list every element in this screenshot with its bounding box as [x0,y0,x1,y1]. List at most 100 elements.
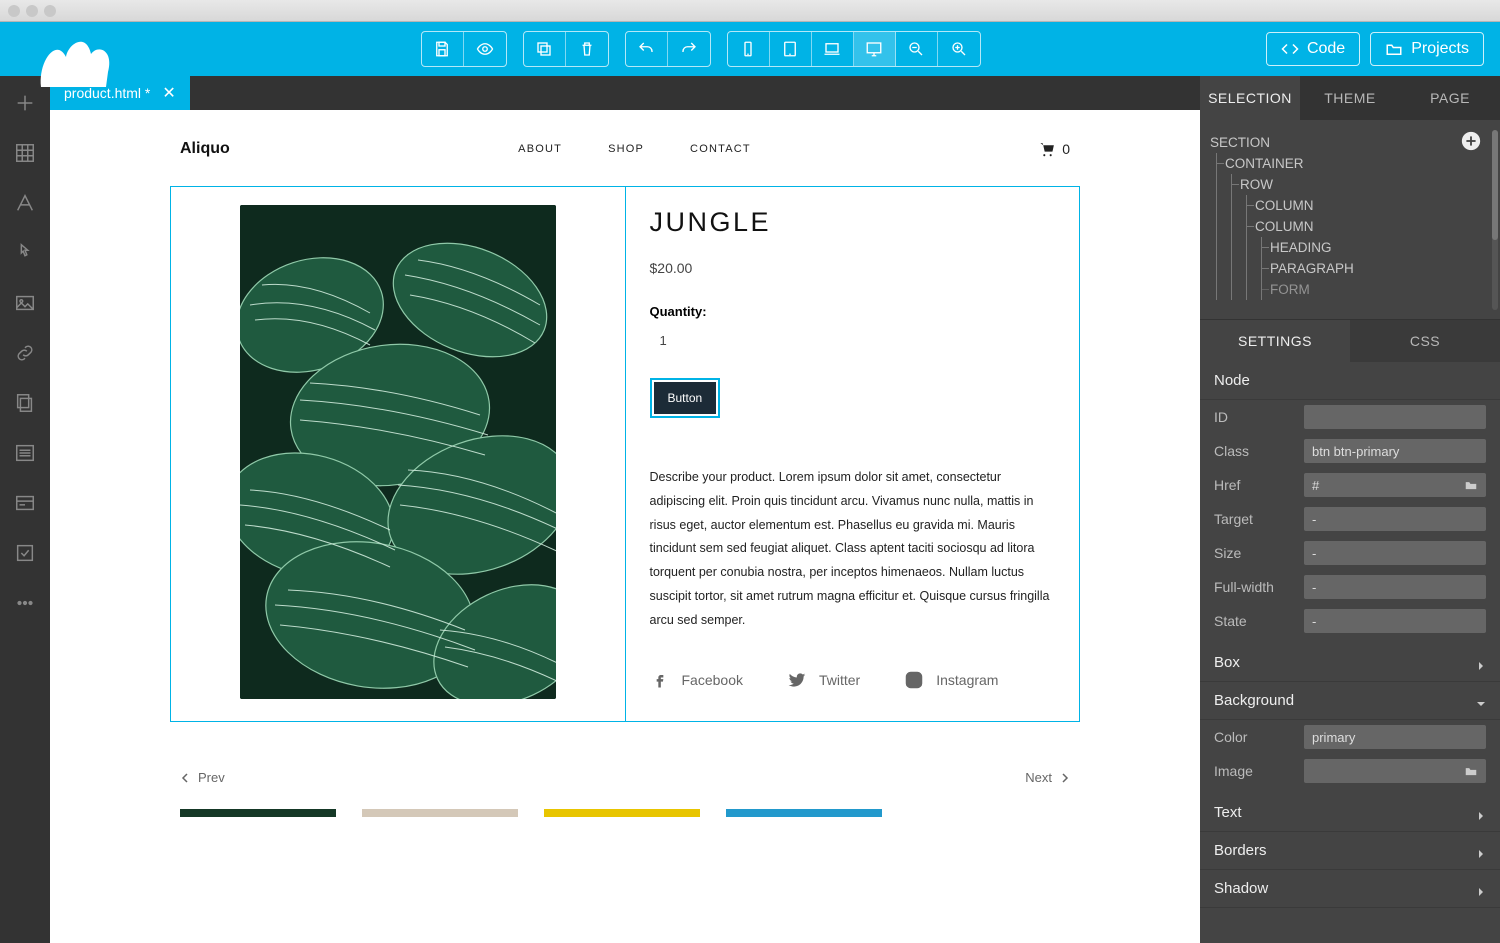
target-input[interactable]: - [1304,507,1486,531]
bg-image-input[interactable] [1304,759,1486,783]
chevron-down-icon [1476,696,1486,706]
subtab-settings[interactable]: SETTINGS [1200,320,1350,362]
tree-container[interactable]: CONTAINER [1225,153,1490,174]
code-button[interactable]: Code [1266,32,1360,66]
projects-label: Projects [1411,40,1469,58]
bg-color-input[interactable]: primary [1304,725,1486,749]
size-input[interactable]: - [1304,541,1486,565]
traffic-light-min[interactable] [26,5,38,17]
image-icon[interactable] [10,288,40,318]
tree-column-1[interactable]: COLUMN [1255,195,1490,216]
class-input[interactable]: btn btn-primary [1304,439,1486,463]
left-sidebar [0,76,50,943]
save-icon[interactable] [422,32,464,66]
next-button[interactable]: Next [1025,770,1070,785]
desktop-icon[interactable] [854,32,896,66]
more-icon[interactable] [10,588,40,618]
chevron-right-icon [1476,884,1486,894]
thumb-3[interactable] [544,809,700,817]
section-background[interactable]: Background [1200,682,1500,720]
add-icon[interactable] [10,88,40,118]
prev-button[interactable]: Prev [180,770,225,785]
top-toolbar: Code Projects [0,22,1500,76]
traffic-light-close[interactable] [8,5,20,17]
zoom-out-icon[interactable] [896,32,938,66]
add-to-cart-button[interactable]: Button [654,382,717,414]
share-facebook[interactable]: Facebook [650,670,743,690]
tree-paragraph[interactable]: PARAGRAPH [1270,258,1490,279]
tab-page[interactable]: PAGE [1400,76,1500,120]
link-icon[interactable] [10,338,40,368]
close-icon[interactable]: ✕ [162,83,175,103]
phone-icon[interactable] [728,32,770,66]
section-shadow[interactable]: Shadow [1200,870,1500,908]
nav-shop[interactable]: SHOP [608,143,644,155]
section-box[interactable]: Box [1200,644,1500,682]
product-description[interactable]: Describe your product. Lorem ipsum dolor… [650,466,1056,632]
site-brand[interactable]: Aliquo [180,140,230,158]
selected-element[interactable]: Button [650,378,721,418]
product-image[interactable] [240,205,556,699]
list-icon[interactable] [10,438,40,468]
tab-theme[interactable]: THEME [1300,76,1400,120]
toolbar-center [421,31,981,67]
cart-count: 0 [1062,141,1070,157]
site-header: Aliquo ABOUT SHOP CONTACT 0 [170,128,1080,186]
grid-icon[interactable] [10,138,40,168]
card-icon[interactable] [10,488,40,518]
tab-selection[interactable]: SELECTION [1200,76,1300,120]
tree-form[interactable]: FORM [1270,279,1490,300]
pointer-icon[interactable] [10,238,40,268]
laptop-icon[interactable] [812,32,854,66]
thumbnails [170,809,1080,827]
product-title[interactable]: JUNGLE [650,207,1056,238]
thumb-2[interactable] [362,809,518,817]
tablet-icon[interactable] [770,32,812,66]
id-input[interactable] [1304,405,1486,429]
copy-tool-icon[interactable] [10,388,40,418]
section-borders[interactable]: Borders [1200,832,1500,870]
nav-about[interactable]: ABOUT [518,143,562,155]
preview-icon[interactable] [464,32,506,66]
share-instagram[interactable]: Instagram [904,670,998,690]
fullwidth-input[interactable]: - [1304,575,1486,599]
subtab-css[interactable]: CSS [1350,320,1500,362]
qty-value[interactable]: 1 [660,333,1056,348]
cart[interactable]: 0 [1039,141,1070,158]
nav-contact[interactable]: CONTACT [690,143,751,155]
file-tabs: product.html * ✕ [50,76,1200,110]
text-icon[interactable] [10,188,40,218]
redo-icon[interactable] [668,32,710,66]
pager: Prev Next [170,770,1080,785]
product-price[interactable]: $20.00 [650,260,1056,276]
right-panel: SELECTION THEME PAGE SECTION CONTAINER R… [1200,76,1500,943]
thumb-4[interactable] [726,809,882,817]
copy-icon[interactable] [524,32,566,66]
tree-scrollbar[interactable] [1492,130,1498,310]
share-twitter[interactable]: Twitter [787,670,860,690]
canvas[interactable]: Aliquo ABOUT SHOP CONTACT 0 [50,110,1200,943]
tree-row[interactable]: ROW [1240,174,1490,195]
add-element-icon[interactable] [1460,130,1482,152]
folder-icon[interactable] [1464,478,1478,492]
undo-icon[interactable] [626,32,668,66]
zoom-in-icon[interactable] [938,32,980,66]
projects-button[interactable]: Projects [1370,32,1484,66]
section-node[interactable]: Node [1200,362,1500,400]
section-text[interactable]: Text [1200,794,1500,832]
delete-icon[interactable] [566,32,608,66]
chevron-right-icon [1476,808,1486,818]
thumb-1[interactable] [180,809,336,817]
code-label: Code [1307,40,1345,58]
href-input[interactable]: # [1304,473,1486,497]
tree-section[interactable]: SECTION [1210,132,1490,153]
traffic-light-max[interactable] [44,5,56,17]
tree-column-2[interactable]: COLUMN [1255,216,1490,237]
checkbox-icon[interactable] [10,538,40,568]
folder-icon[interactable] [1464,764,1478,778]
window-titlebar [0,0,1500,22]
qty-label: Quantity: [650,304,1056,319]
state-input[interactable]: - [1304,609,1486,633]
product-section[interactable]: JUNGLE $20.00 Quantity: 1 Button Describ… [170,186,1080,722]
tree-heading[interactable]: HEADING [1270,237,1490,258]
